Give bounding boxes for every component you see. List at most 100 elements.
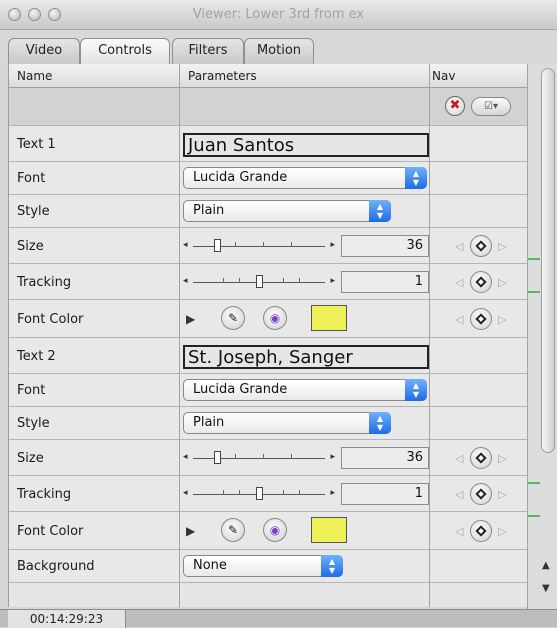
prev-keyframe-icon[interactable]: ◁	[455, 525, 463, 538]
font-color-swatch[interactable]	[311, 517, 347, 543]
column-divider	[527, 64, 528, 607]
prev-keyframe-icon[interactable]: ◁	[455, 313, 463, 326]
add-keyframe-button[interactable]	[470, 447, 492, 469]
next-keyframe-icon[interactable]: ▷	[498, 313, 506, 326]
param-row-color2: Font Color ▶ ✎ ◉ ◁ ▷	[9, 512, 528, 550]
slider-tick	[283, 490, 284, 495]
size1-value-field[interactable]: 36	[341, 235, 429, 257]
slider-max-arrow-icon: ▸	[330, 452, 335, 462]
add-keyframe-button[interactable]	[470, 483, 492, 505]
param-label: Text 1	[17, 137, 56, 152]
slider-thumb[interactable]	[256, 275, 263, 288]
slider-tick	[263, 242, 264, 247]
background-select-value: None	[193, 558, 227, 573]
text2-field[interactable]: St. Joseph, Sanger	[183, 345, 429, 369]
font1-select-value: Lucida Grande	[193, 170, 288, 185]
font2-select[interactable]: Lucida Grande ▲ ▼	[183, 379, 427, 401]
column-header-row: Name Parameters Nav	[9, 64, 528, 88]
size2-value-field[interactable]: 36	[341, 447, 429, 469]
tracking2-value-field[interactable]: 1	[341, 483, 429, 505]
prev-keyframe-icon[interactable]: ◁	[455, 452, 463, 465]
param-label: Tracking	[17, 275, 72, 290]
size2-slider[interactable]: ◂ ▸	[183, 449, 335, 469]
size1-slider[interactable]: ◂ ▸	[183, 237, 335, 257]
font1-select[interactable]: Lucida Grande ▲ ▼	[183, 167, 427, 189]
eyedropper-icon[interactable]: ✎	[221, 518, 245, 542]
param-row-font2: Font Lucida Grande ▲ ▼	[9, 374, 528, 407]
param-label: Tracking	[17, 487, 72, 502]
slider-tick	[223, 490, 224, 495]
column-header-name: Name	[17, 69, 53, 83]
tab-motion[interactable]: Motion	[244, 38, 314, 64]
next-keyframe-icon[interactable]: ▷	[498, 240, 506, 253]
background-select[interactable]: None ▲ ▼	[183, 555, 343, 577]
prev-keyframe-icon[interactable]: ◁	[455, 488, 463, 501]
disclosure-triangle-icon[interactable]: ▶	[186, 524, 195, 538]
slider-thumb[interactable]	[214, 239, 221, 252]
slider-min-arrow-icon: ◂	[183, 488, 188, 498]
window-title: Viewer: Lower 3rd from ex	[192, 7, 365, 22]
style2-select-value: Plain	[193, 415, 225, 430]
next-keyframe-icon[interactable]: ▷	[498, 452, 506, 465]
keyframe-controls: ◁ ▷	[453, 308, 513, 330]
slider-tick	[291, 454, 292, 459]
slider-tick	[283, 278, 284, 283]
next-keyframe-icon[interactable]: ▷	[498, 488, 506, 501]
slider-tick	[223, 278, 224, 283]
param-label: Style	[17, 204, 50, 219]
param-row-tracking2: Tracking ◂ ▸ 1 ◁ ▷	[9, 476, 528, 512]
next-keyframe-icon[interactable]: ▷	[498, 276, 506, 289]
current-timecode[interactable]: 00:14:29:23	[8, 610, 126, 628]
text1-field[interactable]: Juan Santos	[183, 133, 429, 157]
font2-select-value: Lucida Grande	[193, 382, 288, 397]
slider-tick	[235, 242, 236, 247]
tab-controls[interactable]: Controls	[80, 38, 170, 64]
eyedropper-icon[interactable]: ✎	[221, 306, 245, 330]
param-label: Font Color	[17, 312, 84, 327]
popup-arrows-icon: ▲ ▼	[369, 200, 391, 222]
tracking2-slider[interactable]: ◂ ▸	[183, 485, 335, 505]
slider-max-arrow-icon: ▸	[330, 240, 335, 250]
controls-grid: Name Parameters Nav ✖ ☑▾ Text 1 Juan San…	[8, 64, 528, 607]
style2-select[interactable]: Plain ▲ ▼	[183, 412, 391, 434]
param-row-background: Background None ▲ ▼	[9, 550, 528, 583]
param-row-text2: Text 2 St. Joseph, Sanger	[9, 338, 528, 374]
scrollbar-thumb[interactable]	[541, 68, 555, 453]
next-keyframe-icon[interactable]: ▷	[498, 525, 506, 538]
scroll-up-arrow-icon[interactable]: ▲	[542, 560, 550, 571]
scroll-down-arrow-icon[interactable]: ▼	[542, 583, 550, 594]
slider-min-arrow-icon: ◂	[183, 452, 188, 462]
add-keyframe-button[interactable]	[470, 520, 492, 542]
add-keyframe-button[interactable]	[470, 235, 492, 257]
slider-min-arrow-icon: ◂	[183, 276, 188, 286]
popup-arrows-icon: ▲ ▼	[369, 412, 391, 434]
column-header-parameters: Parameters	[188, 69, 257, 83]
reset-icon[interactable]: ✖	[445, 96, 465, 116]
slider-tick	[299, 278, 300, 283]
keyframe-controls: ◁ ▷	[453, 235, 513, 257]
slider-thumb[interactable]	[214, 451, 221, 464]
disclosure-triangle-icon[interactable]: ▶	[186, 312, 195, 326]
color-wheel-icon[interactable]: ◉	[263, 306, 287, 330]
popup-arrows-icon: ▲ ▼	[405, 167, 427, 189]
param-label: Font	[17, 383, 46, 398]
add-keyframe-button[interactable]	[470, 308, 492, 330]
prev-keyframe-icon[interactable]: ◁	[455, 276, 463, 289]
param-row-style2: Style Plain ▲ ▼	[9, 407, 528, 440]
parameter-menu-button[interactable]: ☑▾	[471, 97, 511, 116]
tab-video[interactable]: Video	[8, 38, 80, 64]
add-keyframe-button[interactable]	[470, 271, 492, 293]
font-color-swatch[interactable]	[311, 305, 347, 331]
keyframe-marker	[528, 258, 540, 260]
tracking1-value-field[interactable]: 1	[341, 271, 429, 293]
keyframe-controls: ◁ ▷	[453, 447, 513, 469]
param-row-style1: Style Plain ▲ ▼	[9, 195, 528, 228]
slider-thumb[interactable]	[256, 487, 263, 500]
prev-keyframe-icon[interactable]: ◁	[455, 240, 463, 253]
keyframe-marker	[528, 482, 540, 484]
tracking1-slider[interactable]: ◂ ▸	[183, 273, 335, 293]
color-wheel-icon[interactable]: ◉	[263, 518, 287, 542]
tab-filters[interactable]: Filters	[172, 38, 244, 64]
style1-select[interactable]: Plain ▲ ▼	[183, 200, 391, 222]
timecode-bar: 00:14:29:23	[0, 609, 557, 628]
